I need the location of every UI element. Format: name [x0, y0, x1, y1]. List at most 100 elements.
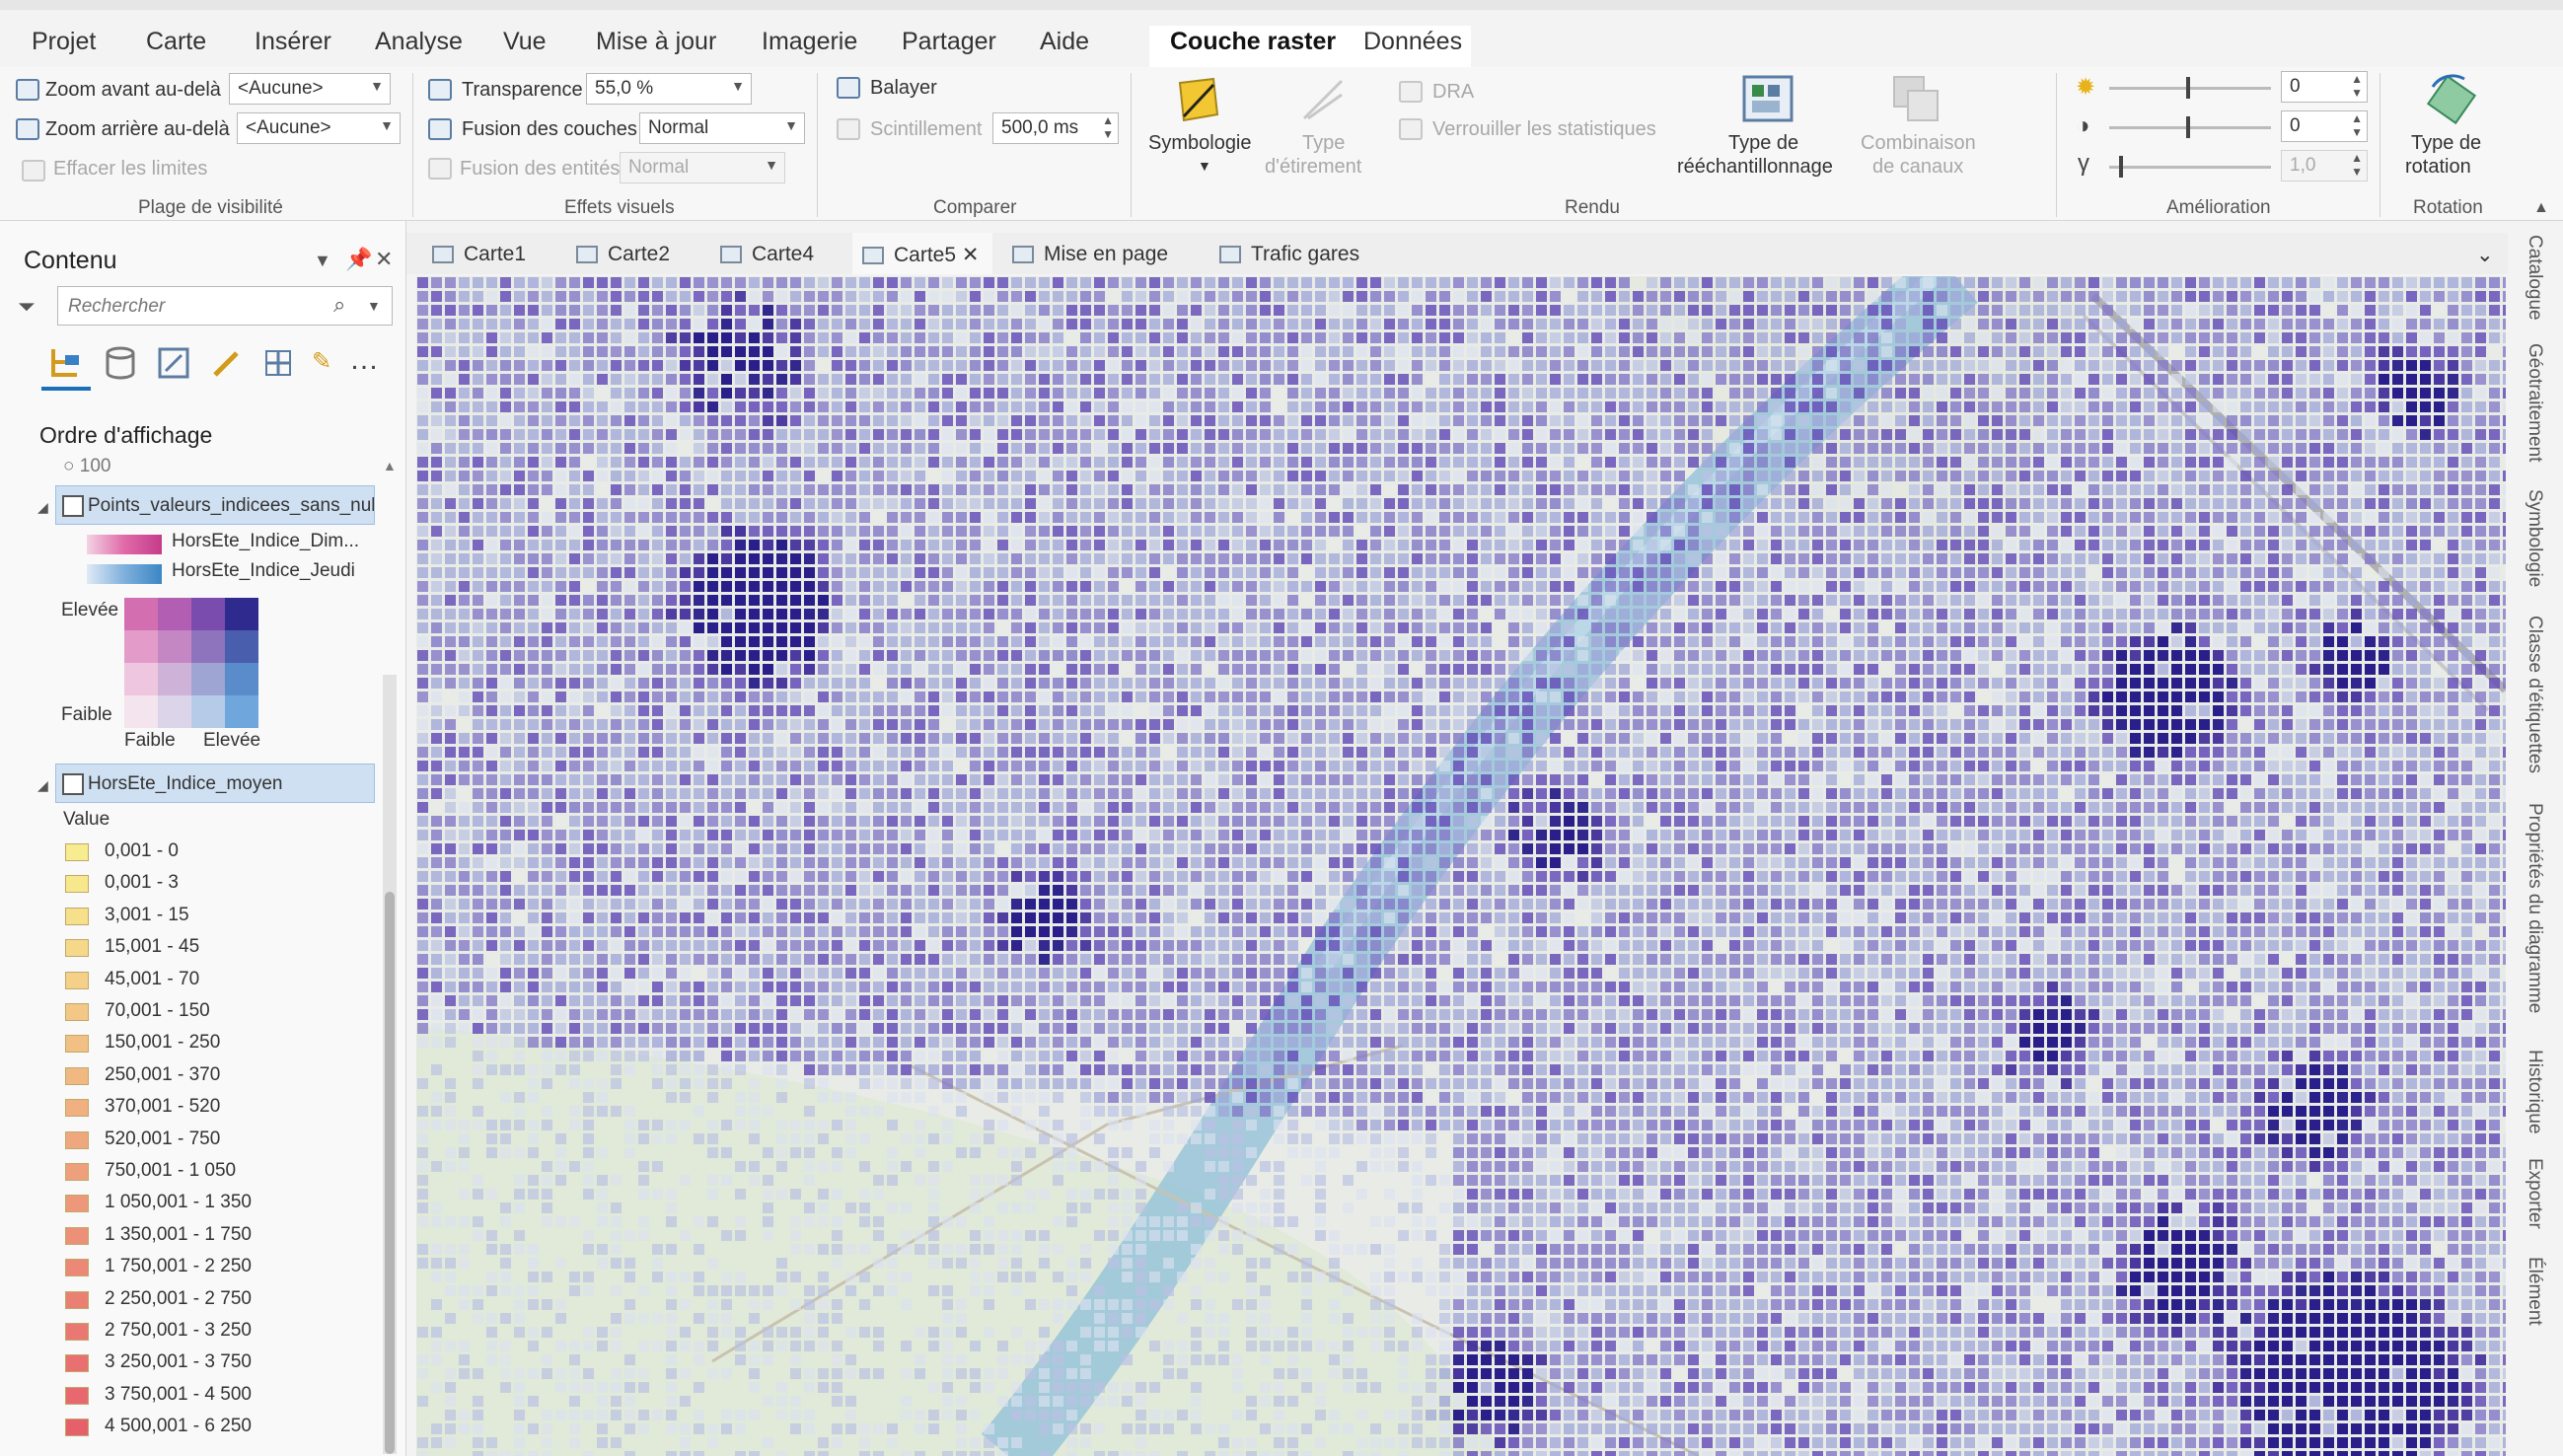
map-tab-carte4[interactable]: Carte4: [710, 233, 828, 274]
stretch-type-label-2[interactable]: d'étirement: [1265, 156, 1361, 179]
editing-icon[interactable]: [209, 345, 245, 381]
gamma-slider[interactable]: [2109, 156, 2271, 178]
rotation-label-2[interactable]: rotation: [2405, 156, 2471, 179]
feature-blend-select[interactable]: Normal ▼: [620, 152, 785, 183]
tab-couche-raster[interactable]: Couche raster: [1170, 28, 1336, 56]
legend-class-swatch[interactable]: [65, 939, 89, 958]
legend-class-swatch[interactable]: [65, 971, 89, 989]
legend-class-swatch[interactable]: [65, 1163, 89, 1181]
close-tab-icon[interactable]: ✕: [956, 244, 980, 266]
menu-carte[interactable]: Carte: [146, 28, 206, 56]
flicker-input[interactable]: 500,0 ms ▲ ▼: [992, 112, 1119, 144]
side-tab-5[interactable]: Historique: [2524, 1050, 2545, 1134]
legend-class-swatch[interactable]: [65, 1226, 89, 1245]
side-tab-7[interactable]: Élément: [2524, 1257, 2545, 1326]
side-tab-4[interactable]: Propriétés du diagramme: [2524, 803, 2545, 1013]
menu-aide[interactable]: Aide: [1040, 28, 1089, 56]
layer-horsete-indice-moyen[interactable]: HorsEte_Indice_moyen: [55, 764, 375, 803]
scroll-up-icon[interactable]: ▲: [383, 458, 397, 473]
legend-class-swatch[interactable]: [65, 1195, 89, 1213]
legend-class-swatch[interactable]: [65, 1354, 89, 1373]
collapse-layer-icon[interactable]: ◢: [37, 777, 48, 794]
tabs-overflow-icon[interactable]: ⌄: [2476, 233, 2494, 274]
swipe-button[interactable]: Balayer: [870, 77, 937, 100]
resampling-label-2[interactable]: rééchantillonnage: [1677, 156, 1833, 179]
brightness-slider[interactable]: [2109, 77, 2271, 99]
menu-vue[interactable]: Vue: [503, 28, 547, 56]
layer-points-valeurs[interactable]: Points_valeurs_indicees_sans_nul: [55, 485, 375, 525]
legend-class-swatch[interactable]: [65, 1386, 89, 1405]
legend-class-swatch[interactable]: [65, 843, 89, 861]
menu-projet[interactable]: Projet: [32, 28, 96, 56]
draw-order-icon[interactable]: [47, 345, 83, 381]
brightness-input[interactable]: 0 ▲ ▼: [2281, 71, 2368, 103]
selection-icon[interactable]: [156, 345, 191, 381]
band-combo-label-2[interactable]: de canaux: [1872, 156, 1963, 179]
contrast-slider-knob[interactable]: [2186, 116, 2190, 138]
map-view[interactable]: [416, 276, 2506, 1456]
rotation-icon[interactable]: [2425, 73, 2478, 126]
data-source-icon[interactable]: [103, 345, 138, 381]
bivariate-legend-grid: [124, 598, 258, 728]
pin-icon[interactable]: 📌: [345, 247, 372, 272]
symbology-icon[interactable]: [1174, 75, 1223, 124]
layer-visibility-checkbox[interactable]: [62, 773, 84, 795]
legend-class-swatch[interactable]: [65, 1035, 89, 1054]
menu-analyse[interactable]: Analyse: [375, 28, 463, 56]
lock-stats-label[interactable]: Verrouiller les statistiques: [1432, 118, 1656, 141]
legend-class-swatch[interactable]: [65, 1323, 89, 1341]
menu-mise-a-jour[interactable]: Mise à jour: [596, 28, 716, 56]
more-options-icon[interactable]: …: [349, 343, 379, 377]
symbology-button[interactable]: Symbologie: [1148, 132, 1252, 155]
layer-visibility-checkbox[interactable]: [62, 495, 84, 517]
map-tab-mise-en-page[interactable]: Mise en page: [1002, 233, 1182, 274]
menu-inserer[interactable]: Insérer: [255, 28, 331, 56]
snapping-icon[interactable]: [260, 345, 296, 381]
chevron-down-icon[interactable]: ▼: [367, 298, 381, 314]
contents-scrollbar-thumb[interactable]: [385, 892, 395, 1454]
brightness-slider-knob[interactable]: [2186, 77, 2190, 99]
map-canvas[interactable]: [416, 276, 2506, 1456]
legend-class-swatch[interactable]: [65, 1099, 89, 1118]
legend-class-swatch[interactable]: [65, 1130, 89, 1149]
transparency-input[interactable]: 55,0 % ▼: [586, 73, 752, 105]
map-tab-trafic-gares[interactable]: Trafic gares: [1209, 233, 1373, 274]
legend-class-swatch[interactable]: [65, 1003, 89, 1021]
gamma-input[interactable]: 1,0 ▲ ▼: [2281, 150, 2368, 182]
pane-menu-icon[interactable]: ▼: [314, 251, 331, 271]
chevron-down-icon: ▼: [370, 78, 384, 94]
map-tab-carte5[interactable]: Carte5 ✕: [852, 233, 993, 274]
collapse-ribbon-icon[interactable]: ▲: [2533, 199, 2549, 217]
side-tab-6[interactable]: Exporter: [2524, 1158, 2545, 1229]
labeling-icon[interactable]: ✎: [312, 347, 331, 376]
legend-class-swatch[interactable]: [65, 907, 89, 925]
legend-class-swatch[interactable]: [65, 1259, 89, 1277]
menu-partager[interactable]: Partager: [902, 28, 996, 56]
legend-class-swatch[interactable]: [65, 1290, 89, 1309]
zoom-in-beyond-select[interactable]: <Aucune> ▼: [229, 73, 391, 105]
side-tab-2[interactable]: Symbologie: [2524, 489, 2545, 587]
layer-blend-select[interactable]: Normal ▼: [639, 112, 805, 144]
side-tab-1[interactable]: Géotraitement: [2524, 343, 2545, 462]
chevron-down-icon[interactable]: ▼: [1198, 158, 1211, 174]
legend-class-swatch[interactable]: [65, 1066, 89, 1085]
collapse-layer-icon[interactable]: ◢: [37, 499, 48, 516]
zoom-out-beyond-select[interactable]: <Aucune> ▼: [237, 112, 401, 144]
menu-imagerie[interactable]: Imagerie: [762, 28, 857, 56]
resampling-icon[interactable]: [1740, 73, 1795, 126]
close-icon[interactable]: ✕: [375, 247, 393, 272]
clear-limits-button[interactable]: Effacer les limites: [53, 158, 207, 181]
contrast-input[interactable]: 0 ▲ ▼: [2281, 110, 2368, 142]
legend-class-swatch[interactable]: [65, 1419, 89, 1437]
map-tab-carte2[interactable]: Carte2: [566, 233, 684, 274]
side-tab-0[interactable]: Catalogue: [2524, 235, 2545, 321]
filter-icon[interactable]: ⏷: [18, 294, 36, 320]
dra-label[interactable]: DRA: [1432, 81, 1474, 104]
side-tab-3[interactable]: Classe d'étiquettes: [2524, 616, 2545, 773]
legend-class-swatch[interactable]: [65, 875, 89, 894]
contrast-slider[interactable]: [2109, 116, 2271, 138]
search-icon[interactable]: ⌕: [333, 292, 345, 318]
tab-donnees[interactable]: Données: [1363, 28, 1462, 56]
gamma-slider-knob[interactable]: [2119, 156, 2123, 178]
map-tab-carte1[interactable]: Carte1: [422, 233, 540, 274]
